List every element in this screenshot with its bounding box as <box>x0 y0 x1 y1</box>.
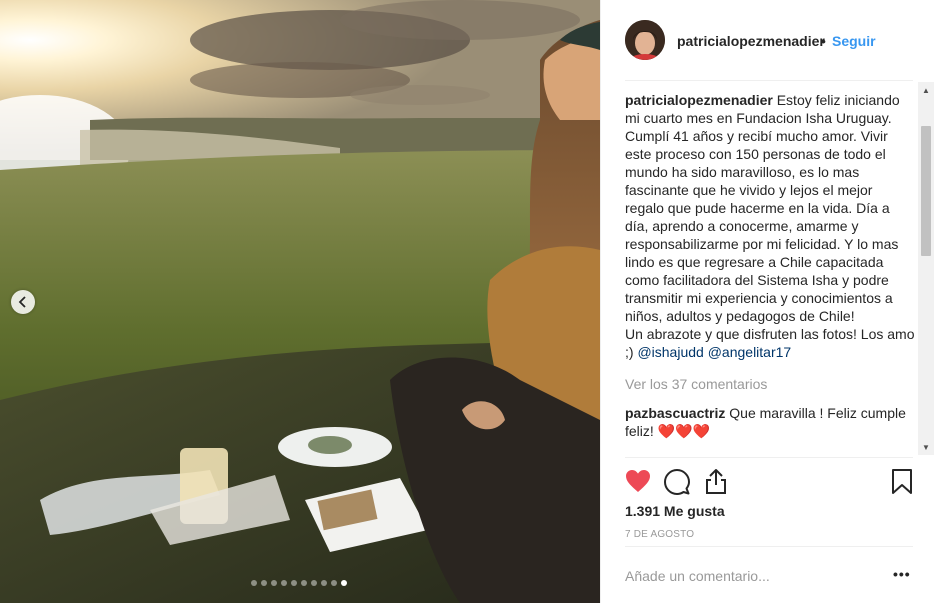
likes-count[interactable]: 1.391 Me gusta <box>625 503 725 519</box>
post-modal: patricialopezmenadier • Seguir patricial… <box>0 0 936 603</box>
carousel-indicator <box>251 580 347 586</box>
carousel-dot <box>321 580 327 586</box>
carousel-dot <box>271 580 277 586</box>
carousel-dot <box>261 580 267 586</box>
scroll-down-arrow-icon[interactable]: ▼ <box>918 439 934 455</box>
bookmark-icon[interactable] <box>891 469 913 495</box>
previous-photo-button[interactable] <box>11 290 35 314</box>
carousel-dot <box>291 580 297 586</box>
comments-area: patricialopezmenadier Estoy feliz inicia… <box>625 91 915 453</box>
comment-username[interactable]: pazbascuactriz <box>625 405 725 421</box>
carousel-dot <box>301 580 307 586</box>
actions-divider <box>625 457 913 458</box>
avatar[interactable] <box>625 20 665 60</box>
post-header: patricialopezmenadier • Seguir <box>601 0 936 80</box>
follow-button[interactable]: Seguir <box>832 33 876 49</box>
scroll-up-arrow-icon[interactable]: ▲ <box>918 82 934 98</box>
comment-divider <box>625 546 913 547</box>
header-divider <box>625 80 913 81</box>
carousel-dot <box>341 580 347 586</box>
mention-link[interactable]: @angelitar17 <box>708 344 792 360</box>
chevron-left-icon <box>18 296 26 308</box>
photo-image <box>0 0 600 603</box>
post-photo[interactable] <box>0 0 600 603</box>
avatar-image <box>625 20 665 60</box>
heart-emoji: ❤️❤️❤️ <box>657 423 710 439</box>
header-separator: • <box>821 33 826 49</box>
header-username[interactable]: patricialopezmenadier <box>677 33 825 49</box>
view-all-comments-link[interactable]: Ver los 37 comentarios <box>625 375 915 393</box>
post-sidebar: patricialopezmenadier • Seguir patricial… <box>600 0 936 603</box>
comment-item: pazbascuactriz Que maravilla ! Feliz cum… <box>625 404 915 440</box>
caption-username[interactable]: patricialopezmenadier <box>625 92 773 108</box>
carousel-dot <box>311 580 317 586</box>
caption: patricialopezmenadier Estoy feliz inicia… <box>625 91 915 361</box>
caption-text: Estoy feliz iniciando mi cuarto mes en F… <box>625 92 900 324</box>
carousel-dot <box>331 580 337 586</box>
add-comment-input[interactable] <box>625 566 885 586</box>
heart-filled-icon[interactable] <box>625 469 651 493</box>
carousel-dot <box>251 580 257 586</box>
mention-link[interactable]: @ishajudd <box>637 344 703 360</box>
share-icon[interactable] <box>705 468 727 494</box>
comment-bubble-icon[interactable] <box>664 469 690 495</box>
carousel-dot <box>281 580 287 586</box>
scrollbar-thumb[interactable] <box>921 126 931 256</box>
comments-scrollbar[interactable]: ▲ ▼ <box>918 82 934 455</box>
post-date[interactable]: 7 DE AGOSTO <box>625 529 694 540</box>
more-options-button[interactable]: ••• <box>893 566 911 582</box>
